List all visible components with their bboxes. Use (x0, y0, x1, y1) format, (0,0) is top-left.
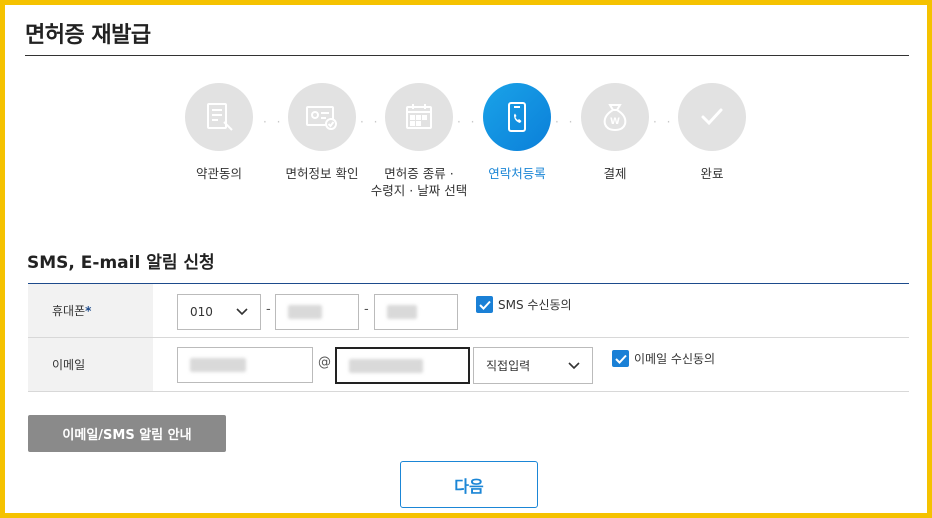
phone-label: 휴대폰 * (28, 284, 153, 337)
phone-middle-input[interactable] (275, 294, 359, 330)
section-title: SMS, E-mail 알림 신청 (27, 253, 215, 273)
phone-dash: - (266, 302, 271, 317)
sms-consent-label: SMS 수신동의 (498, 298, 572, 312)
email-sms-guide-button[interactable]: 이메일/SMS 알림 안내 (28, 415, 226, 452)
email-label-text: 이메일 (52, 358, 86, 372)
masked-value (288, 305, 322, 319)
page-frame: 면허증 재발급 약관동의 · · 면허정보 확인 · · 면허증 종류 · 수령… (0, 0, 932, 518)
calendar-icon (385, 83, 453, 151)
required-mark: * (85, 303, 92, 318)
step-label: 약관동의 (195, 166, 242, 181)
step-label-line2: 수령지 · 날짜 선택 (370, 183, 468, 198)
id-card-check-icon (288, 83, 356, 151)
money-bag-icon: W (581, 83, 649, 151)
email-domain-select-value: 직접입력 (486, 359, 531, 373)
masked-value (349, 358, 423, 373)
email-domain-select[interactable]: 직접입력 (473, 347, 593, 384)
step-label: 결제 (603, 166, 627, 181)
step-label: 연락처등록 (488, 166, 546, 181)
check-icon (678, 83, 746, 151)
contact-form: 휴대폰 * 010 - - SMS 수신동의 이메일 @ 직접입력 이메일 수신… (28, 283, 909, 392)
step-terms: 약관동의 (159, 83, 279, 182)
masked-value (190, 358, 246, 372)
step-label-line1: 면허증 종류 · (384, 166, 454, 181)
phone-label-text: 휴대폰 (52, 304, 86, 318)
at-sign: @ (318, 355, 331, 370)
title-divider (25, 55, 909, 56)
svg-text:W: W (610, 117, 620, 127)
page-title: 면허증 재발급 (25, 23, 151, 48)
email-id-input[interactable] (177, 347, 313, 383)
phone-prefix-select[interactable]: 010 (177, 294, 261, 330)
email-label: 이메일 (28, 338, 153, 391)
progress-stepper: 약관동의 · · 면허정보 확인 · · 면허증 종류 · 수령지 · 날짜 선… (5, 83, 932, 213)
email-consent-label: 이메일 수신동의 (634, 352, 716, 366)
checkbox-checked-icon (476, 296, 493, 313)
email-row: 이메일 @ 직접입력 이메일 수신동의 (28, 338, 909, 392)
email-domain-input[interactable] (335, 347, 470, 384)
next-button[interactable]: 다음 (400, 461, 538, 508)
email-consent-checkbox[interactable]: 이메일 수신동의 (612, 350, 715, 367)
masked-value (387, 305, 417, 319)
chevron-down-icon (236, 305, 248, 319)
step-complete: 완료 (652, 83, 772, 182)
chevron-down-icon (568, 359, 580, 373)
phone-prefix-value: 010 (190, 305, 213, 319)
checkbox-checked-icon (612, 350, 629, 367)
sms-consent-checkbox[interactable]: SMS 수신동의 (476, 296, 572, 313)
step-label: 완료 (700, 166, 724, 181)
phone-icon (483, 83, 551, 151)
phone-row: 휴대폰 * 010 - - SMS 수신동의 (28, 284, 909, 338)
phone-dash: - (364, 302, 369, 317)
phone-last-input[interactable] (374, 294, 458, 330)
step-label: 면허정보 확인 (285, 166, 359, 181)
document-pen-icon (185, 83, 253, 151)
